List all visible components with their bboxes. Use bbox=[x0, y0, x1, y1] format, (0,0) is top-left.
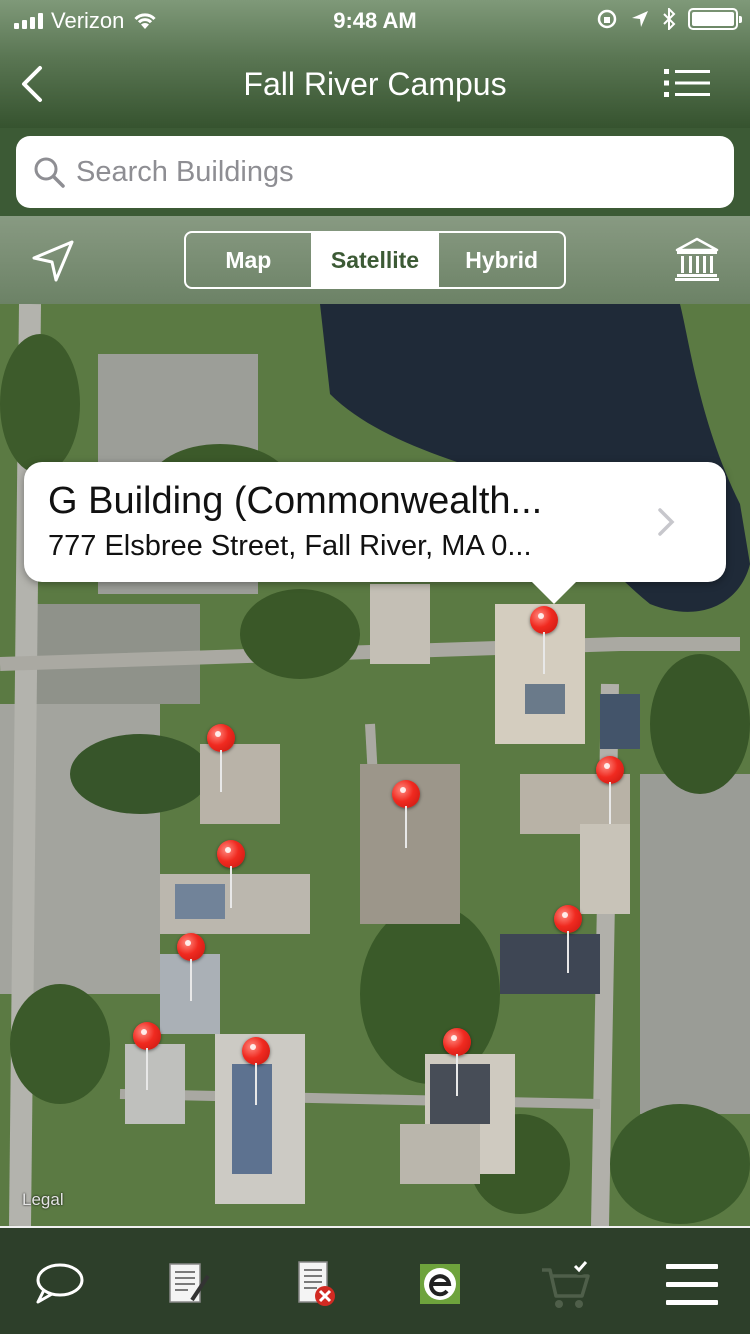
map-type-segmented-control: Map Satellite Hybrid bbox=[184, 231, 566, 289]
page-title: Fall River Campus bbox=[243, 66, 507, 102]
map-type-hybrid[interactable]: Hybrid bbox=[439, 233, 564, 287]
search-input[interactable] bbox=[76, 155, 696, 189]
map-pin[interactable] bbox=[242, 1037, 270, 1107]
map-pin[interactable] bbox=[392, 780, 420, 850]
map-pin[interactable] bbox=[530, 606, 558, 676]
map-pin[interactable] bbox=[596, 756, 624, 826]
current-location-icon[interactable] bbox=[30, 238, 76, 284]
chevron-right-icon[interactable] bbox=[656, 506, 676, 538]
status-right bbox=[596, 8, 742, 30]
battery-icon bbox=[688, 8, 742, 30]
satellite-map[interactable]: G Building (Commonwealth... 777 Elsbree … bbox=[0, 304, 750, 1226]
map-pin[interactable] bbox=[207, 724, 235, 794]
map-pin[interactable] bbox=[554, 905, 582, 975]
location-arrow-icon bbox=[632, 11, 648, 27]
map-pin[interactable] bbox=[217, 840, 245, 910]
legal-link[interactable]: Legal bbox=[22, 1190, 64, 1210]
search-icon bbox=[34, 157, 65, 188]
top-bar: Verizon 9:48 AM Fall River Campus bbox=[0, 0, 750, 128]
map-pin[interactable] bbox=[177, 933, 205, 1003]
satellite-imagery bbox=[0, 304, 750, 1226]
battery-level bbox=[692, 12, 734, 26]
callout-title: G Building (Commonwealth... bbox=[48, 480, 543, 522]
map-type-map[interactable]: Map bbox=[186, 233, 313, 287]
menu-icon[interactable] bbox=[664, 1256, 720, 1312]
e-app-icon[interactable] bbox=[412, 1256, 468, 1312]
map-toolbar: Map Satellite Hybrid bbox=[0, 216, 750, 304]
rotation-lock-icon bbox=[597, 9, 617, 29]
building-callout[interactable]: G Building (Commonwealth... 777 Elsbree … bbox=[24, 462, 726, 604]
search-box[interactable] bbox=[16, 136, 734, 208]
map-pin[interactable] bbox=[443, 1028, 471, 1098]
bluetooth-icon bbox=[663, 8, 676, 30]
navigation-bar: Fall River Campus bbox=[0, 40, 750, 128]
status-bar: Verizon 9:48 AM bbox=[0, 0, 750, 40]
search-bar-container bbox=[0, 128, 750, 216]
building-list-icon[interactable] bbox=[664, 68, 710, 98]
bottom-tab-bar bbox=[0, 1226, 750, 1334]
notes-icon[interactable] bbox=[160, 1256, 216, 1312]
map-type-satellite[interactable]: Satellite bbox=[312, 233, 440, 287]
cart-icon[interactable] bbox=[538, 1256, 594, 1312]
callout-address: 777 Elsbree Street, Fall River, MA 0... bbox=[48, 530, 532, 562]
institution-building-icon[interactable] bbox=[674, 236, 720, 282]
chat-icon[interactable] bbox=[32, 1256, 88, 1312]
map-pin[interactable] bbox=[133, 1022, 161, 1092]
remove-document-icon[interactable] bbox=[287, 1256, 343, 1312]
